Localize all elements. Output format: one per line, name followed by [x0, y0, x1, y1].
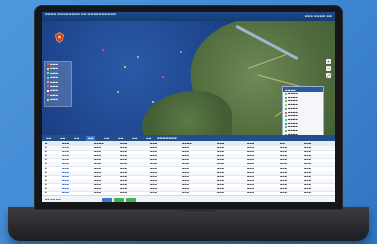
layer-swatch — [46, 76, 49, 79]
legend-swatch — [284, 100, 287, 103]
laptop-base — [8, 207, 369, 241]
top-bar: ▬▬▬▬ ▬▬▬▬▬▬▬▬ ▬▬ ▬▬▬▬▬▬▬▬▬▬ ▬▬▬ ▬▬▬▬ ▬▬ — [42, 12, 335, 21]
pager-button[interactable] — [126, 197, 136, 202]
layer-swatch — [46, 72, 49, 75]
tab[interactable]: ▬▬ — [72, 136, 81, 141]
legend-swatch — [284, 93, 287, 95]
panel-title: ▬▬▬▬▬▬▬ — [157, 135, 177, 140]
layer-swatch — [46, 89, 49, 92]
map-marker[interactable] — [152, 101, 154, 103]
layer-item[interactable]: ▬▬▬ — [45, 97, 71, 101]
land-region-south — [142, 91, 232, 135]
map-marker[interactable] — [137, 56, 139, 58]
map-marker[interactable] — [117, 91, 119, 93]
app-title: ▬▬▬▬ ▬▬▬▬▬▬▬▬ ▬▬ ▬▬▬▬▬▬▬▬▬▬ — [45, 12, 116, 16]
pager-button[interactable] — [114, 197, 124, 202]
app-screen: ▬▬▬▬ ▬▬▬▬▬▬▬▬ ▬▬ ▬▬▬▬▬▬▬▬▬▬ ▬▬▬ ▬▬ ▬▬ ▬▬ … — [42, 12, 335, 202]
map-marker[interactable] — [102, 49, 104, 51]
tab[interactable]: ▬▬ — [116, 136, 125, 141]
map-marker[interactable] — [162, 76, 164, 78]
legend-swatch — [284, 130, 287, 133]
expand-icon[interactable]: ⤢ — [326, 73, 331, 78]
tab[interactable]: ▬▬ — [144, 136, 153, 141]
layer-swatch — [46, 63, 49, 66]
tab[interactable]: ▬▬ — [86, 135, 96, 141]
layer-swatch — [46, 67, 49, 70]
layer-swatch — [46, 80, 49, 83]
legend-swatch — [284, 96, 287, 99]
layer-swatch — [46, 85, 49, 88]
legend-swatch — [284, 104, 287, 107]
tab[interactable]: ▬▬ — [58, 136, 67, 141]
tab[interactable]: ▬▬ — [130, 136, 139, 141]
legend-swatch — [284, 111, 287, 114]
layer-swatch — [46, 98, 49, 101]
legend-swatch — [284, 115, 287, 118]
layer-swatch — [46, 94, 49, 97]
pager-info: ▬▬ ▬▬ ▬▬ — [45, 198, 61, 201]
pager-button[interactable] — [102, 197, 112, 202]
pagination: ▬▬ ▬▬ ▬▬ — [42, 195, 335, 202]
legend-swatch — [284, 122, 287, 125]
top-actions[interactable]: ▬▬▬ ▬▬▬▬ ▬▬ — [305, 14, 332, 18]
map-marker[interactable] — [180, 51, 182, 53]
legend-swatch — [284, 118, 287, 121]
legend-panel[interactable]: ▬▬▬▬ ▬▬▬▬ ▬▬▬▬ ▬▬▬▬ ▬▬▬▬ ▬▬▬▬ ▬▬▬▬ ▬▬▬▬ ▬▬▬▬ ▬▬▬… — [282, 86, 324, 135]
map-view[interactable]: ▬▬▬ ▬▬▬ ▬▬▬ ▬▬▬ ▬▬▬ ▬▬▬ ▬▬▬ ▬▬▬ ▬▬▬ + − ⤢ ▬▬▬▬ ▬… — [42, 21, 335, 135]
map-marker[interactable] — [124, 66, 126, 68]
legend-swatch — [284, 126, 287, 129]
tab[interactable]: ▬▬ — [102, 136, 111, 141]
tab[interactable]: ▬▬ — [44, 136, 53, 141]
emblem-icon — [55, 32, 64, 43]
data-table: ▬ ▬▬▬ ▬▬▬▬ ▬▬▬ ▬▬▬ ▬▬▬▬ ▬▬▬ ▬▬▬ ▬▬ ▬▬▬ ▪… — [42, 141, 335, 197]
minus-icon[interactable]: − — [326, 66, 331, 71]
layer-panel[interactable]: ▬▬▬ ▬▬▬ ▬▬▬ ▬▬▬ ▬▬▬ ▬▬▬ ▬▬▬ ▬▬▬ ▬▬▬ — [44, 61, 72, 107]
legend-swatch — [284, 107, 287, 110]
plus-icon[interactable]: + — [326, 59, 331, 64]
